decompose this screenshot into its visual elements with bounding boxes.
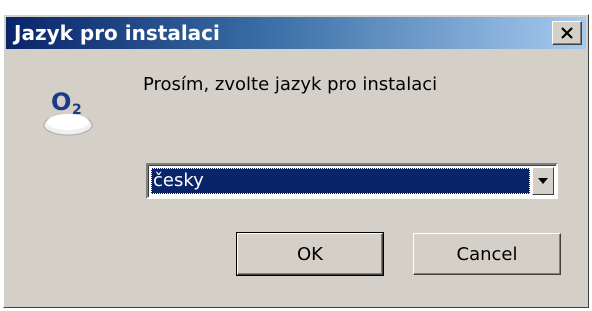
o2-letter: O bbox=[51, 88, 71, 116]
o2-subscript: 2 bbox=[72, 102, 82, 118]
window-title: Jazyk pro instalaci bbox=[14, 21, 220, 45]
cancel-button[interactable]: Cancel bbox=[413, 233, 561, 275]
instruction-text: Prosím, zvolte jazyk pro instalaci bbox=[143, 74, 438, 95]
o2-logo-icon: O 2 bbox=[43, 88, 93, 136]
close-icon bbox=[561, 27, 573, 39]
ok-button[interactable]: OK bbox=[236, 232, 384, 276]
chevron-down-icon bbox=[538, 178, 548, 184]
language-select[interactable]: česky bbox=[146, 163, 558, 199]
close-button[interactable] bbox=[552, 21, 582, 45]
dropdown-button[interactable] bbox=[532, 167, 554, 195]
title-bar[interactable]: Jazyk pro instalaci bbox=[6, 17, 586, 49]
language-select-value[interactable]: česky bbox=[151, 168, 530, 194]
